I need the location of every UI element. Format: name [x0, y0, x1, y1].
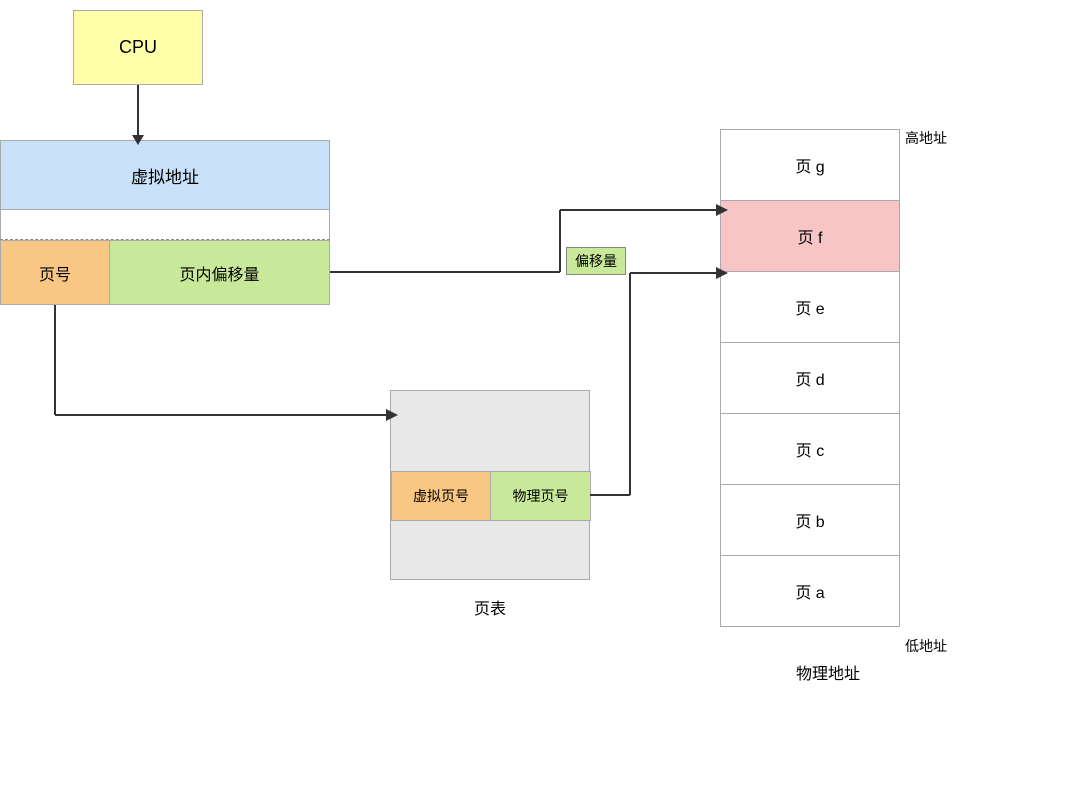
page-table-label: 页表 [430, 595, 550, 619]
phys-page-3: 页 d [720, 342, 900, 414]
diagram-container: CPU 虚拟地址 页号 页内偏移量 虚拟页号 物理页号 页表 页 g页 f页 e… [0, 0, 1067, 797]
phys-page-1: 页 f [720, 200, 900, 272]
virtual-address-label: 虚拟地址 [131, 163, 199, 188]
cpu-box: CPU [73, 10, 203, 85]
phys-page-5: 页 b [720, 484, 900, 556]
phys-page-6: 页 a [720, 555, 900, 627]
page-offset-label: 页内偏移量 [179, 261, 259, 285]
physical-address-label: 物理地址 [768, 660, 888, 684]
page-table-box: 虚拟页号 物理页号 [390, 390, 590, 580]
page-number-box: 页号 [0, 240, 110, 305]
page-table-pp: 物理页号 [491, 471, 591, 521]
high-address-label: 高地址 [905, 128, 947, 148]
page-table-row: 虚拟页号 物理页号 [391, 471, 591, 521]
va-dashed-line [0, 210, 330, 240]
offset-badge: 偏移量 [566, 247, 626, 275]
physical-memory: 页 g页 f页 e页 d页 c页 b页 a [720, 130, 900, 627]
page-table-vp: 虚拟页号 [391, 471, 491, 521]
phys-page-0: 页 g [720, 129, 900, 201]
page-number-label: 页号 [39, 261, 71, 285]
phys-page-4: 页 c [720, 413, 900, 485]
low-address-label: 低地址 [905, 636, 947, 656]
virtual-address-box: 虚拟地址 [0, 140, 330, 210]
phys-page-2: 页 e [720, 271, 900, 343]
cpu-label: CPU [119, 37, 157, 58]
page-offset-box: 页内偏移量 [110, 240, 330, 305]
